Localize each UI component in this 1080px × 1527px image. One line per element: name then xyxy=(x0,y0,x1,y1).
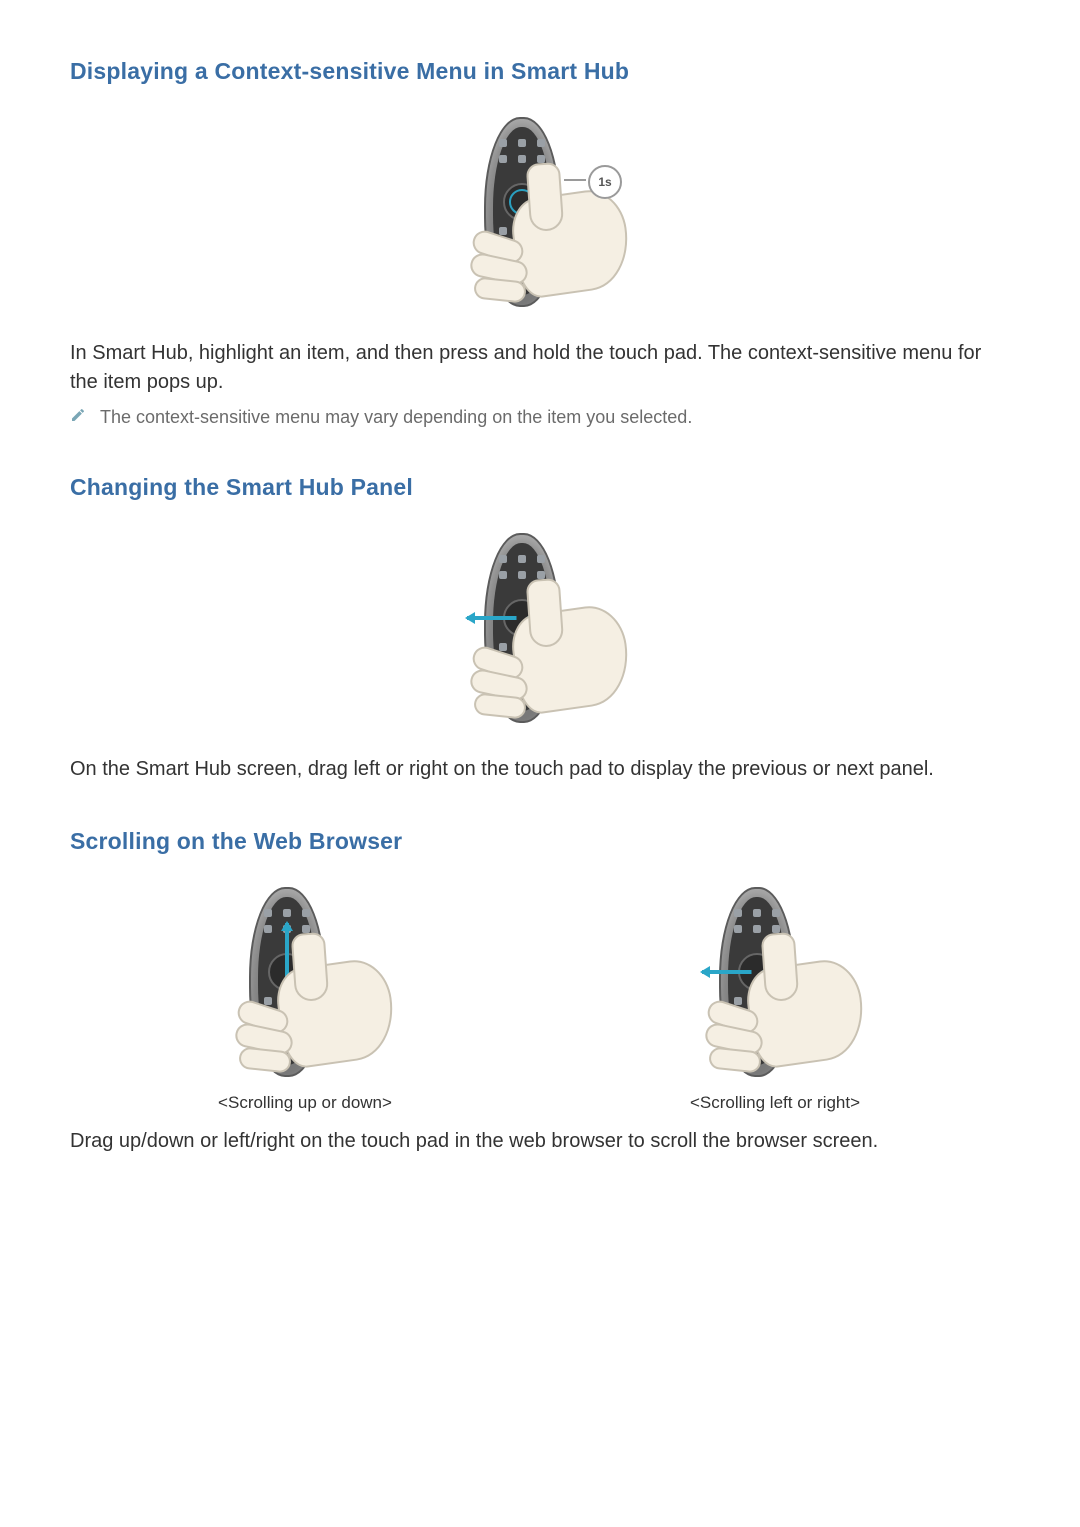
caption-vertical: <Scrolling up or down> xyxy=(218,1093,392,1113)
page: Displaying a Context-sensitive Menu in S… xyxy=(0,0,1080,1156)
remote-drag-h-illustration: SAMSUNG xyxy=(665,883,885,1083)
remote-hold-illustration: SAMSUNG 1s xyxy=(430,113,650,313)
section-context-menu: Displaying a Context-sensitive Menu in S… xyxy=(70,58,1010,430)
note-text: The context-sensitive menu may vary depe… xyxy=(100,405,692,430)
remote-drag-v-illustration: SAMSUNG xyxy=(195,883,415,1083)
body-text: On the Smart Hub screen, drag left or ri… xyxy=(70,755,1010,784)
remote-drag-h-illustration: SAMSUNG xyxy=(430,529,650,729)
hand-icon xyxy=(705,919,875,1079)
figure-scroll-vertical: SAMSUNG <Scrolling up or down> xyxy=(70,883,540,1113)
caption-horizontal: <Scrolling left or right> xyxy=(690,1093,860,1113)
remote-top-buttons xyxy=(493,139,551,149)
remote-top-buttons xyxy=(493,555,551,565)
hand-icon xyxy=(235,919,405,1079)
hold-lead-line xyxy=(564,179,586,181)
figure-drag-horizontal: SAMSUNG xyxy=(70,529,1010,729)
section-change-panel: Changing the Smart Hub Panel xyxy=(70,474,1010,784)
body-text: In Smart Hub, highlight an item, and the… xyxy=(70,339,1010,397)
note-pencil-icon xyxy=(70,407,86,428)
hand-icon xyxy=(470,565,640,725)
hold-duration-badge: 1s xyxy=(588,165,622,199)
body-text: Drag up/down or left/right on the touch … xyxy=(70,1127,1010,1156)
section-title: Scrolling on the Web Browser xyxy=(70,828,1010,855)
remote-top-buttons xyxy=(258,909,316,919)
note: The context-sensitive menu may vary depe… xyxy=(70,405,1010,430)
section-scroll-browser: Scrolling on the Web Browser xyxy=(70,828,1010,1156)
section-title: Changing the Smart Hub Panel xyxy=(70,474,1010,501)
remote-top-buttons xyxy=(728,909,786,919)
section-title: Displaying a Context-sensitive Menu in S… xyxy=(70,58,1010,85)
figure-pair-scroll: SAMSUNG <Scrolling up or down> xyxy=(70,883,1010,1113)
figure-press-and-hold: SAMSUNG 1s xyxy=(70,113,1010,313)
figure-scroll-horizontal: SAMSUNG <Scrolling left or right> xyxy=(540,883,1010,1113)
